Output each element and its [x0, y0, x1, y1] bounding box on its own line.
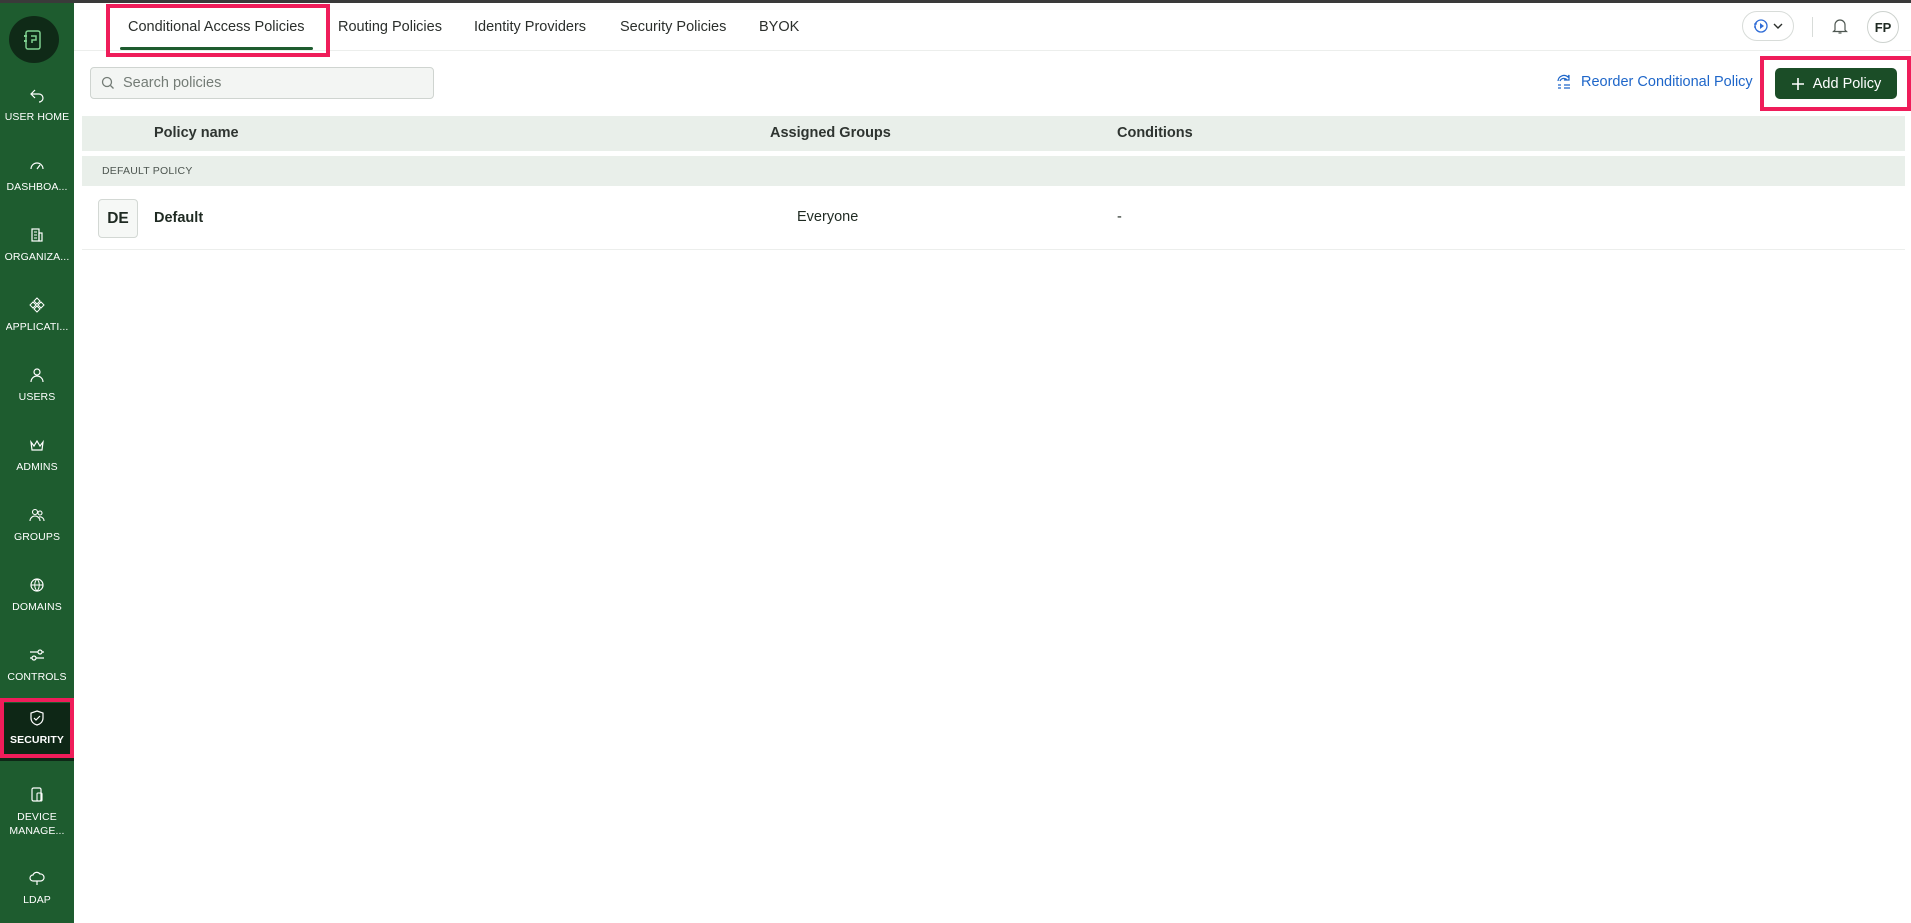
sidebar-item-label: ADMINS — [16, 461, 58, 473]
sidebar-item-organization[interactable]: ORGANIZA... — [0, 220, 74, 278]
gauge-icon — [28, 156, 46, 174]
sidebar-item-label: DOMAINS — [12, 601, 62, 613]
apps-diamond-icon — [28, 296, 46, 314]
sidebar-item-dashboard[interactable]: DASHBOA... — [0, 150, 74, 208]
tab-byok[interactable]: BYOK — [759, 3, 799, 51]
sidebar-item-domains[interactable]: DOMAINS — [0, 570, 74, 628]
directory-logo-icon — [24, 29, 41, 50]
top-tab-bar: Conditional Access Policies Routing Poli… — [74, 3, 1911, 51]
sidebar-item-security[interactable]: SECURITY — [0, 703, 74, 761]
sidebar-item-label: DASHBOA... — [6, 181, 68, 193]
sidebar-item-ldap[interactable]: LDAP — [0, 863, 74, 921]
chevron-down-icon — [1773, 23, 1783, 29]
sidebar-item-device-management[interactable]: DEVICE MANAGE... — [0, 780, 74, 838]
table-header: Policy name Assigned Groups Conditions — [82, 116, 1905, 151]
users-group-icon — [28, 506, 46, 524]
sidebar-item-label: LDAP — [23, 894, 51, 906]
conditions: - — [1117, 209, 1122, 225]
column-header-conditions[interactable]: Conditions — [1117, 116, 1193, 151]
quick-actions-dropdown[interactable] — [1742, 11, 1794, 41]
sidebar-item-admins[interactable]: ADMINS — [0, 430, 74, 488]
devices-icon — [28, 786, 46, 804]
user-icon — [28, 366, 46, 384]
sidebar: USER HOME DASHBOA... ORGANIZA... APPLICA… — [0, 3, 74, 923]
sidebar-item-label: CONTROLS — [7, 671, 67, 683]
sidebar-item-groups[interactable]: GROUPS — [0, 500, 74, 558]
app-logo[interactable] — [9, 16, 59, 63]
reorder-label: Reorder Conditional Policy — [1581, 74, 1753, 90]
policy-initials-badge: DE — [98, 199, 138, 238]
plus-icon — [1791, 77, 1804, 90]
tab-security-policies[interactable]: Security Policies — [620, 3, 726, 51]
assigned-groups: Everyone — [797, 209, 859, 225]
tab-conditional-access-policies[interactable]: Conditional Access Policies — [120, 3, 313, 51]
sliders-icon — [28, 646, 46, 664]
sidebar-item-applications[interactable]: APPLICATI... — [0, 290, 74, 348]
bell-icon — [1832, 19, 1848, 34]
sidebar-item-label: APPLICATI... — [5, 321, 69, 333]
reorder-icon — [1557, 74, 1570, 89]
table-row[interactable]: DE Default Everyone - — [82, 191, 1905, 250]
sidebar-item-label: ORGANIZA... — [4, 251, 70, 263]
add-policy-label: Add Policy — [1812, 75, 1882, 92]
tab-identity-providers[interactable]: Identity Providers — [474, 3, 586, 51]
sidebar-item-label: SECURITY — [10, 734, 64, 746]
sidebar-item-label: USER HOME — [4, 111, 70, 123]
sidebar-item-label: USERS — [18, 391, 56, 403]
search-icon — [101, 76, 114, 89]
notifications-button[interactable] — [1829, 11, 1851, 41]
group-label: DEFAULT POLICY — [102, 165, 193, 177]
sidebar-item-user-home[interactable]: USER HOME — [0, 80, 74, 138]
group-label-row: DEFAULT POLICY — [82, 156, 1905, 186]
header-divider — [1812, 17, 1813, 37]
crown-icon — [28, 436, 46, 454]
building-icon — [28, 226, 46, 244]
add-policy-button[interactable]: Add Policy — [1775, 68, 1897, 99]
tab-routing-policies[interactable]: Routing Policies — [338, 3, 442, 51]
shield-check-icon — [28, 709, 46, 727]
column-header-assigned-groups[interactable]: Assigned Groups — [770, 116, 891, 151]
sidebar-item-label: GROUPS — [13, 531, 61, 543]
sidebar-item-controls[interactable]: CONTROLS — [0, 640, 74, 698]
globe-icon — [28, 576, 46, 594]
sidebar-item-users[interactable]: USERS — [0, 360, 74, 418]
policy-name[interactable]: Default — [154, 210, 203, 226]
search-box[interactable] — [90, 67, 434, 99]
column-header-policy-name[interactable]: Policy name — [154, 116, 239, 151]
reorder-conditional-policy-link[interactable]: Reorder Conditional Policy — [1555, 70, 1753, 94]
search-input[interactable] — [123, 68, 423, 98]
play-circle-icon — [1754, 19, 1768, 33]
cloud-icon — [28, 869, 46, 887]
sidebar-item-label: DEVICE MANAGE... — [9, 811, 65, 837]
back-arrow-icon — [28, 86, 46, 104]
user-avatar[interactable]: FP — [1867, 11, 1899, 43]
